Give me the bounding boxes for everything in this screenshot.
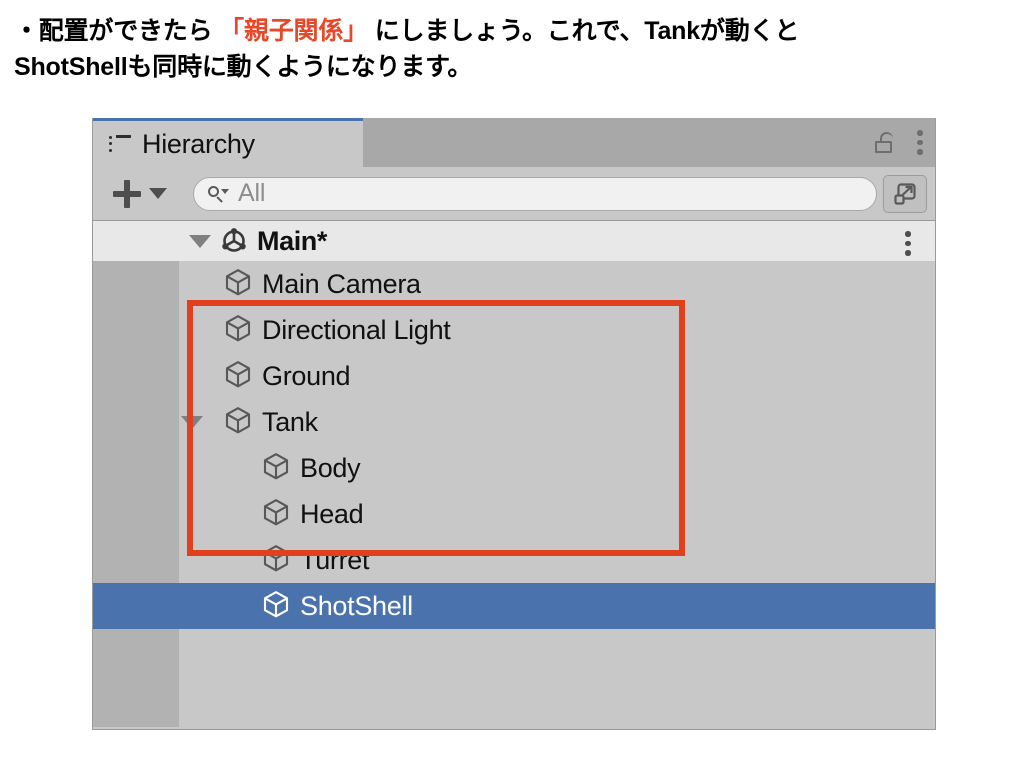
gameobject-cube-icon	[223, 405, 253, 440]
gameobject-row-main-camera[interactable]: Main Camera	[93, 261, 935, 307]
unity-scene-icon	[221, 228, 247, 254]
gameobject-cube-icon	[261, 543, 291, 578]
gameobject-cube-icon	[223, 359, 253, 394]
gameobject-name-label: Ground	[262, 360, 351, 391]
panel-kebab-menu-icon[interactable]	[917, 130, 923, 155]
hierarchy-toolbar: All	[93, 167, 935, 221]
add-gameobject-button[interactable]	[107, 179, 173, 208]
gameobject-row-ground[interactable]: Ground	[93, 353, 935, 399]
search-input[interactable]: All	[193, 176, 877, 211]
hierarchy-panel: Hierarchy All Main* Main Camera Directio…	[92, 118, 936, 730]
search-icon	[208, 184, 229, 204]
open-in-new-window-icon	[894, 182, 916, 205]
tab-hierarchy-label: Hierarchy	[142, 128, 255, 159]
hierarchy-tree: Main* Main Camera Directional Light Grou…	[93, 221, 935, 727]
gameobject-cube-icon	[261, 589, 291, 624]
gameobject-row-list: Main Camera Directional Light Ground Tan…	[93, 261, 935, 629]
caption-text: ・配置ができたら 「親子関係」 にしましょう。これで、Tankが動くと Shot…	[0, 0, 1024, 85]
panel-tab-tools	[875, 118, 923, 167]
expand-caret-icon[interactable]	[181, 415, 203, 429]
scene-name-label: Main*	[257, 225, 328, 256]
hierarchy-list-icon	[109, 135, 131, 153]
gameobject-cube-icon	[223, 313, 253, 348]
gameobject-row-shotshell[interactable]: ShotShell	[93, 583, 935, 629]
caption-line1-pre: ・配置ができたら	[14, 17, 220, 45]
gameobject-name-label: Tank	[262, 406, 318, 437]
gameobject-row-turret[interactable]: Turret	[93, 537, 935, 583]
gameobject-name-label: Main Camera	[262, 268, 421, 299]
gameobject-row-body[interactable]: Body	[93, 445, 935, 491]
chevron-down-icon	[149, 188, 167, 199]
gameobject-name-label: Body	[300, 452, 361, 483]
gameobject-name-label: Turret	[300, 544, 370, 575]
lock-open-icon[interactable]	[875, 131, 895, 154]
gameobject-cube-icon	[223, 267, 253, 302]
gameobject-cube-icon	[261, 497, 291, 532]
open-in-new-window-button[interactable]	[883, 174, 927, 213]
gameobject-row-head[interactable]: Head	[93, 491, 935, 537]
plus-icon	[113, 179, 141, 208]
gameobject-name-label: Directional Light	[262, 314, 451, 345]
gameobject-cube-icon	[261, 451, 291, 486]
search-input-value: All	[238, 179, 266, 207]
scene-expand-caret-icon[interactable]	[189, 234, 211, 248]
scene-row-kebab-menu-icon[interactable]	[905, 231, 911, 256]
scene-row-main[interactable]: Main*	[93, 221, 935, 261]
gameobject-name-label: Head	[300, 498, 364, 529]
gameobject-name-label: ShotShell	[300, 590, 413, 621]
caption-line1-post: にしましょう。これで、Tankが動くと	[367, 17, 800, 45]
gameobject-row-tank[interactable]: Tank	[93, 399, 935, 445]
caption-highlight-term: 「親子関係」	[219, 17, 368, 45]
gameobject-row-directional-light[interactable]: Directional Light	[93, 307, 935, 353]
panel-tab-bar: Hierarchy	[93, 118, 935, 167]
caption-line2: ShotShellも同時に動くようになります。	[14, 52, 473, 81]
tab-hierarchy[interactable]: Hierarchy	[93, 118, 363, 167]
